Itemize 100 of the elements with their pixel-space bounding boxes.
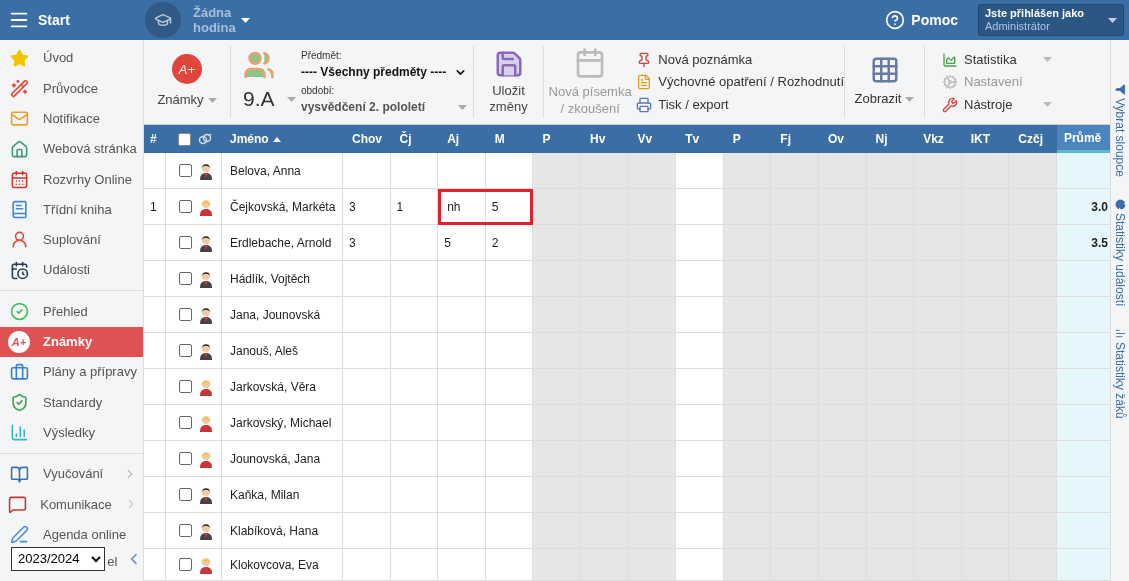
subject-select[interactable]: ---- Všechny předměty ---- <box>301 63 467 81</box>
grade-cell[interactable] <box>533 297 581 333</box>
row-checkbox[interactable] <box>179 380 192 393</box>
grade-cell[interactable]: 5 <box>438 225 486 261</box>
grade-cell[interactable] <box>1009 549 1057 581</box>
sidebar-item[interactable]: Komunikace <box>0 489 143 520</box>
grade-cell[interactable] <box>438 441 486 477</box>
side-panel-tab[interactable]: Statistiky žáků <box>1111 328 1129 419</box>
grade-cell[interactable] <box>533 225 581 261</box>
grade-cell[interactable] <box>723 405 772 441</box>
grade-cell[interactable] <box>676 225 724 261</box>
tool-menu[interactable]: Statistika <box>942 49 1052 70</box>
column-header[interactable]: Czčj <box>1009 130 1057 148</box>
grade-cell[interactable] <box>628 477 677 513</box>
grade-cell[interactable] <box>628 225 677 261</box>
view-button[interactable]: Zobrazit <box>854 89 915 109</box>
grade-cell[interactable] <box>485 441 534 477</box>
year-select[interactable]: 2023/2024 <box>11 546 106 571</box>
grade-cell[interactable] <box>1009 477 1057 513</box>
grade-cell[interactable] <box>533 153 581 189</box>
column-header[interactable]: Ov <box>818 130 867 148</box>
grade-cell[interactable] <box>1009 405 1057 441</box>
grade-cell[interactable] <box>676 333 724 369</box>
grade-cell[interactable] <box>390 369 439 405</box>
grade-cell[interactable]: 1 <box>390 189 439 225</box>
column-header[interactable]: IKT <box>961 130 1010 148</box>
grade-cell[interactable] <box>723 333 772 369</box>
grade-cell[interactable] <box>390 225 439 261</box>
grade-cell[interactable] <box>1009 153 1057 189</box>
grade-cell[interactable] <box>914 153 962 189</box>
grade-cell[interactable] <box>676 297 724 333</box>
side-panel-tab[interactable]: Statistiky událostí <box>1111 198 1129 307</box>
sidebar-item[interactable]: Plány a přípravy <box>0 356 143 388</box>
save-button[interactable]: Uložit změny <box>474 46 544 118</box>
grade-cell[interactable] <box>628 153 677 189</box>
sidebar-item[interactable]: A+ Známky <box>0 326 143 357</box>
row-checkbox[interactable] <box>179 488 192 501</box>
user-menu[interactable]: Jste přihlášen jako Administrátor <box>978 4 1124 36</box>
help-icon[interactable] <box>885 10 906 30</box>
grade-cell[interactable] <box>438 549 486 581</box>
grade-cell[interactable] <box>723 153 772 189</box>
grades-button[interactable]: Známky <box>157 90 217 110</box>
lesson-avatar[interactable] <box>145 2 181 38</box>
column-header[interactable]: Chov <box>343 130 391 148</box>
grade-cell[interactable] <box>390 477 439 513</box>
grade-cell[interactable] <box>343 513 391 549</box>
column-header[interactable]: Hv <box>580 130 629 148</box>
side-panel-tab[interactable]: Vybrat sloupce <box>1111 84 1129 177</box>
grade-cell[interactable] <box>343 369 391 405</box>
grade-cell[interactable] <box>533 369 581 405</box>
grade-cell[interactable] <box>390 441 439 477</box>
grade-cell[interactable] <box>628 441 677 477</box>
sidebar-item[interactable]: Průvodce <box>0 73 143 104</box>
grade-cell[interactable] <box>1009 333 1057 369</box>
grade-cell[interactable] <box>533 333 581 369</box>
grade-cell[interactable] <box>438 333 486 369</box>
grade-cell[interactable] <box>533 513 581 549</box>
grade-cell[interactable] <box>628 513 677 549</box>
grade-cell[interactable] <box>676 189 724 225</box>
grade-cell[interactable] <box>771 153 819 189</box>
grade-cell[interactable] <box>390 549 439 581</box>
column-header[interactable]: Nj <box>866 130 915 148</box>
toolbar-action[interactable]: Nová poznámka <box>636 49 844 70</box>
grade-cell[interactable] <box>1009 261 1057 297</box>
grade-cell[interactable] <box>628 297 677 333</box>
grade-cell[interactable]: 3 <box>343 189 391 225</box>
grade-cell[interactable] <box>485 549 534 581</box>
grade-cell[interactable] <box>343 333 391 369</box>
tool-menu[interactable]: Nástroje <box>942 94 1052 115</box>
help-link[interactable]: Pomoc <box>911 9 958 31</box>
row-checkbox[interactable] <box>179 308 192 321</box>
grade-cell[interactable] <box>438 405 486 441</box>
column-header[interactable]: P <box>723 130 772 148</box>
grade-cell[interactable] <box>723 297 772 333</box>
grade-cell[interactable] <box>438 477 486 513</box>
grade-cell[interactable] <box>676 441 724 477</box>
grade-cell[interactable] <box>723 549 772 581</box>
app-title[interactable]: Start <box>38 9 145 31</box>
grade-cell[interactable] <box>390 261 439 297</box>
column-header[interactable]: Tv <box>676 130 724 148</box>
grade-cell[interactable] <box>676 405 724 441</box>
grade-cell[interactable] <box>628 261 677 297</box>
row-checkbox[interactable] <box>179 524 192 537</box>
sidebar-item[interactable]: Výsledky <box>0 417 143 448</box>
grade-cell[interactable] <box>343 441 391 477</box>
grade-cell[interactable] <box>485 369 534 405</box>
sidebar-item[interactable]: Rozvrhy Online <box>0 164 143 195</box>
grade-cell[interactable] <box>628 189 677 225</box>
grade-cell[interactable] <box>438 153 486 189</box>
sidebar-item[interactable]: el <box>107 551 118 572</box>
grade-cell[interactable] <box>1009 189 1057 225</box>
grade-cell[interactable] <box>676 261 724 297</box>
sidebar-item[interactable]: Třídní kniha <box>0 194 143 225</box>
grade-cell[interactable] <box>723 513 772 549</box>
grade-cell[interactable] <box>485 333 534 369</box>
grade-cell[interactable] <box>1009 513 1057 549</box>
grade-cell[interactable] <box>1009 297 1057 333</box>
sidebar-item[interactable]: Suplování <box>0 224 143 256</box>
grade-cell[interactable] <box>628 333 677 369</box>
grade-cell[interactable] <box>485 477 534 513</box>
